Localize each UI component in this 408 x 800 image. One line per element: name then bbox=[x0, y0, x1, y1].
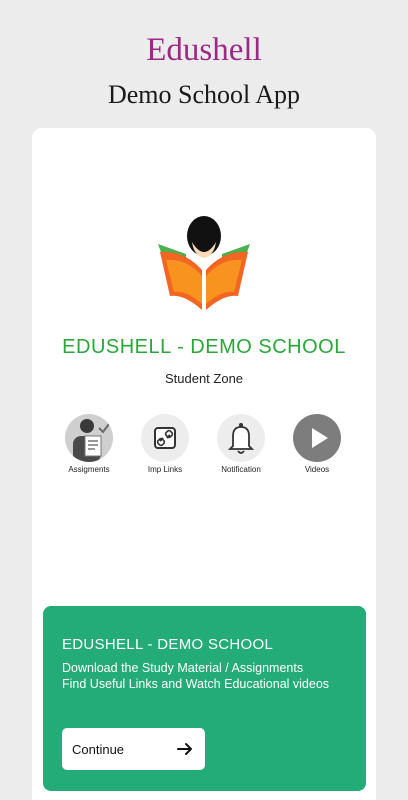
info-banner: EDUSHELL - DEMO SCHOOL Download the Stud… bbox=[43, 606, 366, 791]
student-zone-label: Student Zone bbox=[164, 371, 244, 386]
feature-label: Assigments bbox=[68, 465, 110, 474]
welcome-card: EDUSHELL - DEMO SCHOOL Student Zone Assi… bbox=[32, 128, 376, 800]
banner-description: Download the Study Material / Assignment… bbox=[62, 660, 358, 692]
app-subtitle: Demo School App bbox=[107, 80, 301, 109]
school-name: EDUSHELL - DEMO SCHOOL bbox=[62, 336, 346, 358]
banner-title: EDUSHELL - DEMO SCHOOL bbox=[62, 636, 274, 653]
feature-grid: Assigments Imp Links Notification Videos bbox=[32, 414, 376, 484]
arrow-right-icon bbox=[177, 743, 192, 755]
feature-label: Notification bbox=[221, 465, 261, 474]
student-document-icon bbox=[65, 414, 113, 462]
continue-label: Continue bbox=[72, 741, 125, 757]
book-reader-logo-icon bbox=[158, 216, 250, 310]
app-title: Edushell bbox=[146, 32, 262, 68]
link-icon bbox=[141, 414, 189, 462]
feature-imp-links[interactable]: Imp Links bbox=[127, 414, 203, 474]
feature-label: Videos bbox=[304, 465, 330, 474]
bell-icon bbox=[217, 414, 265, 462]
feature-label: Imp Links bbox=[147, 465, 183, 474]
banner-line-1: Download the Study Material / Assignment… bbox=[62, 661, 304, 675]
feature-videos[interactable]: Videos bbox=[279, 414, 355, 474]
feature-assignments[interactable]: Assigments bbox=[51, 414, 127, 474]
continue-button[interactable]: Continue bbox=[62, 728, 205, 770]
banner-line-2: Find Useful Links and Watch Educational … bbox=[62, 677, 330, 691]
play-icon bbox=[293, 414, 341, 462]
feature-notification[interactable]: Notification bbox=[203, 414, 279, 474]
